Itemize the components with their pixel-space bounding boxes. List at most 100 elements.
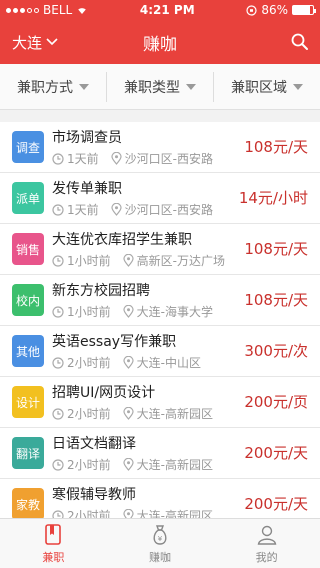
- category-badge: 翻译: [12, 437, 44, 469]
- post-time-label: 1小时前: [67, 254, 111, 268]
- job-location: 大连-高新园区: [123, 507, 213, 518]
- clock: 4:21 PM: [139, 3, 195, 17]
- post-time-label: 2小时前: [67, 509, 111, 518]
- post-time: 1天前: [52, 150, 99, 167]
- location-pin-icon: [111, 203, 122, 216]
- tab-label: 兼职: [42, 550, 65, 564]
- filter-work-type[interactable]: 兼职类型: [106, 71, 213, 102]
- job-list-item[interactable]: 派单 发传单兼职 1天前 沙河口区-西安路 14元/小时: [0, 173, 320, 224]
- nav-bar: 大连 赚咖: [0, 20, 320, 64]
- filter-label: 兼职方式: [17, 79, 73, 96]
- chevron-down-icon: [46, 38, 58, 46]
- carrier-label: BELL: [43, 3, 73, 17]
- post-time: 2小时前: [52, 405, 111, 422]
- job-location: 沙河口区-西安路: [111, 150, 213, 167]
- clock-icon: [52, 203, 64, 216]
- job-list-item[interactable]: 其他 英语essay写作兼职 2小时前 大连-中山区 300元/次: [0, 326, 320, 377]
- job-price: 108元/天: [244, 291, 308, 309]
- triangle-down-icon: [79, 83, 89, 90]
- clock-icon: [52, 407, 64, 420]
- tab-me[interactable]: 我的: [213, 519, 320, 568]
- filter-work-mode[interactable]: 兼职方式: [0, 72, 106, 102]
- location-pin-icon: [123, 305, 134, 318]
- tab-label: 赚咖: [149, 550, 171, 564]
- job-location-label: 高新区-万达广场: [136, 254, 225, 268]
- tab-label: 我的: [255, 550, 278, 564]
- job-location: 大连-海事大学: [123, 303, 213, 320]
- location-pin-icon: [123, 254, 134, 267]
- job-list-item[interactable]: 设计 招聘UI/网页设计 2小时前 大连-高新园区 200元/页: [0, 377, 320, 428]
- job-location-label: 大连-高新园区: [136, 509, 213, 518]
- battery-icon: [292, 5, 316, 15]
- svg-text:¥: ¥: [158, 535, 163, 543]
- book-icon: [45, 523, 62, 545]
- job-location: 大连-高新园区: [123, 456, 213, 473]
- job-list-item[interactable]: 翻译 日语文档翻译 2小时前 大连-高新园区 200元/天: [0, 428, 320, 479]
- category-badge: 调查: [12, 131, 44, 163]
- job-list-item[interactable]: 校内 新东方校园招聘 1小时前 大连-海事大学 108元/天: [0, 275, 320, 326]
- filter-work-area[interactable]: 兼职区域: [213, 71, 320, 102]
- job-list: 调查 市场调查员 1天前 沙河口区-西安路 108元/天 派单 发传单兼职 1天前 沙河口区-西…: [0, 122, 320, 518]
- job-location: 大连-高新园区: [123, 405, 213, 422]
- clock-icon: [52, 152, 64, 165]
- category-badge: 设计: [12, 386, 44, 418]
- job-price: 200元/页: [244, 393, 308, 411]
- post-time: 1天前: [52, 201, 99, 218]
- category-badge: 家教: [12, 488, 44, 518]
- clock-icon: [52, 305, 64, 318]
- job-location: 沙河口区-西安路: [111, 201, 213, 218]
- location-pin-icon: [123, 458, 134, 471]
- filter-label: 兼职类型: [124, 79, 180, 96]
- job-price: 14元/小时: [238, 189, 308, 207]
- user-icon: [257, 525, 276, 545]
- post-time-label: 2小时前: [67, 356, 111, 370]
- clock-icon: [52, 458, 64, 471]
- post-time: 2小时前: [52, 354, 111, 371]
- location-pin-icon: [123, 509, 134, 518]
- job-location: 大连-中山区: [123, 354, 201, 371]
- job-price: 200元/天: [244, 495, 308, 513]
- job-price: 300元/次: [244, 342, 308, 360]
- job-price: 108元/天: [244, 240, 308, 258]
- job-location-label: 大连-中山区: [136, 356, 201, 370]
- filter-label: 兼职区域: [231, 79, 287, 96]
- post-time-label: 1小时前: [67, 305, 111, 319]
- triangle-down-icon: [293, 83, 303, 90]
- triangle-down-icon: [186, 83, 196, 90]
- signal-icon: [6, 7, 39, 13]
- clock-icon: [52, 509, 64, 518]
- tab-jobs[interactable]: 兼职: [0, 519, 107, 568]
- job-location-label: 沙河口区-西安路: [124, 152, 213, 166]
- tab-zhuanka[interactable]: ¥ 赚咖: [107, 519, 214, 568]
- job-price: 200元/天: [244, 444, 308, 462]
- job-location-label: 大连-海事大学: [136, 305, 213, 319]
- search-icon[interactable]: [290, 32, 310, 52]
- city-label: 大连: [12, 33, 43, 52]
- job-list-item[interactable]: 销售 大连优衣库招学生兼职 1小时前 高新区-万达广场 108元/天: [0, 224, 320, 275]
- job-list-item[interactable]: 家教 寒假辅导教师 2小时前 大连-高新园区 200元/天: [0, 479, 320, 518]
- tab-bar: 兼职 ¥ 赚咖 我的: [0, 518, 320, 568]
- post-time-label: 1天前: [67, 203, 99, 217]
- clock-icon: [52, 356, 64, 369]
- job-location-label: 大连-高新园区: [136, 458, 213, 472]
- job-location: 高新区-万达广场: [123, 252, 225, 269]
- post-time: 2小时前: [52, 456, 111, 473]
- status-bar: BELL 4:21 PM 86%: [0, 0, 320, 20]
- post-time-label: 1天前: [67, 152, 99, 166]
- wifi-icon: [78, 8, 86, 14]
- category-badge: 派单: [12, 182, 44, 214]
- category-badge: 销售: [12, 233, 44, 265]
- clock-icon: [52, 254, 64, 267]
- city-selector[interactable]: 大连: [12, 20, 58, 64]
- money-bag-icon: ¥: [153, 524, 167, 545]
- battery-percent: 86%: [261, 3, 288, 17]
- filter-bar: 兼职方式 兼职类型 兼职区域: [0, 64, 320, 110]
- orientation-lock-icon: [246, 4, 257, 16]
- page-title: 赚咖: [143, 34, 177, 55]
- post-time-label: 2小时前: [67, 458, 111, 472]
- location-pin-icon: [123, 407, 134, 420]
- job-list-item[interactable]: 调查 市场调查员 1天前 沙河口区-西安路 108元/天: [0, 122, 320, 173]
- post-time-label: 2小时前: [67, 407, 111, 421]
- post-time: 2小时前: [52, 507, 111, 518]
- post-time: 1小时前: [52, 252, 111, 269]
